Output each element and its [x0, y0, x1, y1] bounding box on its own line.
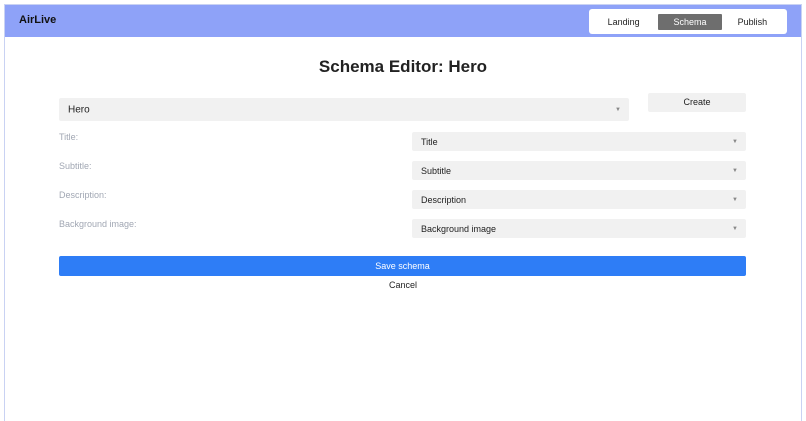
- caret-down-icon: ▼: [615, 106, 621, 113]
- schema-select-value: Hero: [68, 104, 90, 115]
- page-title: Schema Editor: Hero: [318, 57, 488, 76]
- caret-down-icon: ▼: [732, 196, 738, 203]
- field-select-background-image[interactable]: Background image ▼: [412, 219, 746, 238]
- tab-landing[interactable]: Landing: [593, 14, 654, 30]
- create-button[interactable]: Create: [648, 93, 746, 112]
- app-window: AirLive Landing Schema Publish Schema Ed…: [4, 4, 802, 421]
- save-schema-button[interactable]: Save schema: [59, 256, 746, 276]
- tab-schema[interactable]: Schema: [658, 13, 722, 30]
- field-select-value: Subtitle: [421, 165, 452, 176]
- caret-down-icon: ▼: [732, 167, 738, 174]
- top-bar: AirLive Landing Schema Publish: [5, 5, 801, 37]
- caret-down-icon: ▼: [732, 138, 738, 145]
- tab-publish[interactable]: Publish: [722, 14, 783, 30]
- field-select-value: Description: [421, 194, 467, 205]
- brand-logo[interactable]: AirLive: [19, 14, 56, 26]
- field-select-value: Background image: [421, 223, 497, 234]
- nav-tabs: Landing Schema Publish: [589, 9, 787, 34]
- cancel-button[interactable]: Cancel: [5, 280, 801, 290]
- field-select-title[interactable]: Title ▼: [412, 132, 746, 151]
- field-select-value: Title: [421, 136, 438, 147]
- field-label-description: Description:: [59, 190, 107, 200]
- field-select-subtitle[interactable]: Subtitle ▼: [412, 161, 746, 180]
- caret-down-icon: ▼: [732, 225, 738, 232]
- field-label-background-image: Background image:: [59, 219, 137, 229]
- field-select-description[interactable]: Description ▼: [412, 190, 746, 209]
- field-label-subtitle: Subtitle:: [59, 161, 92, 171]
- schema-select[interactable]: Hero ▼: [59, 98, 629, 121]
- field-label-title: Title:: [59, 132, 79, 142]
